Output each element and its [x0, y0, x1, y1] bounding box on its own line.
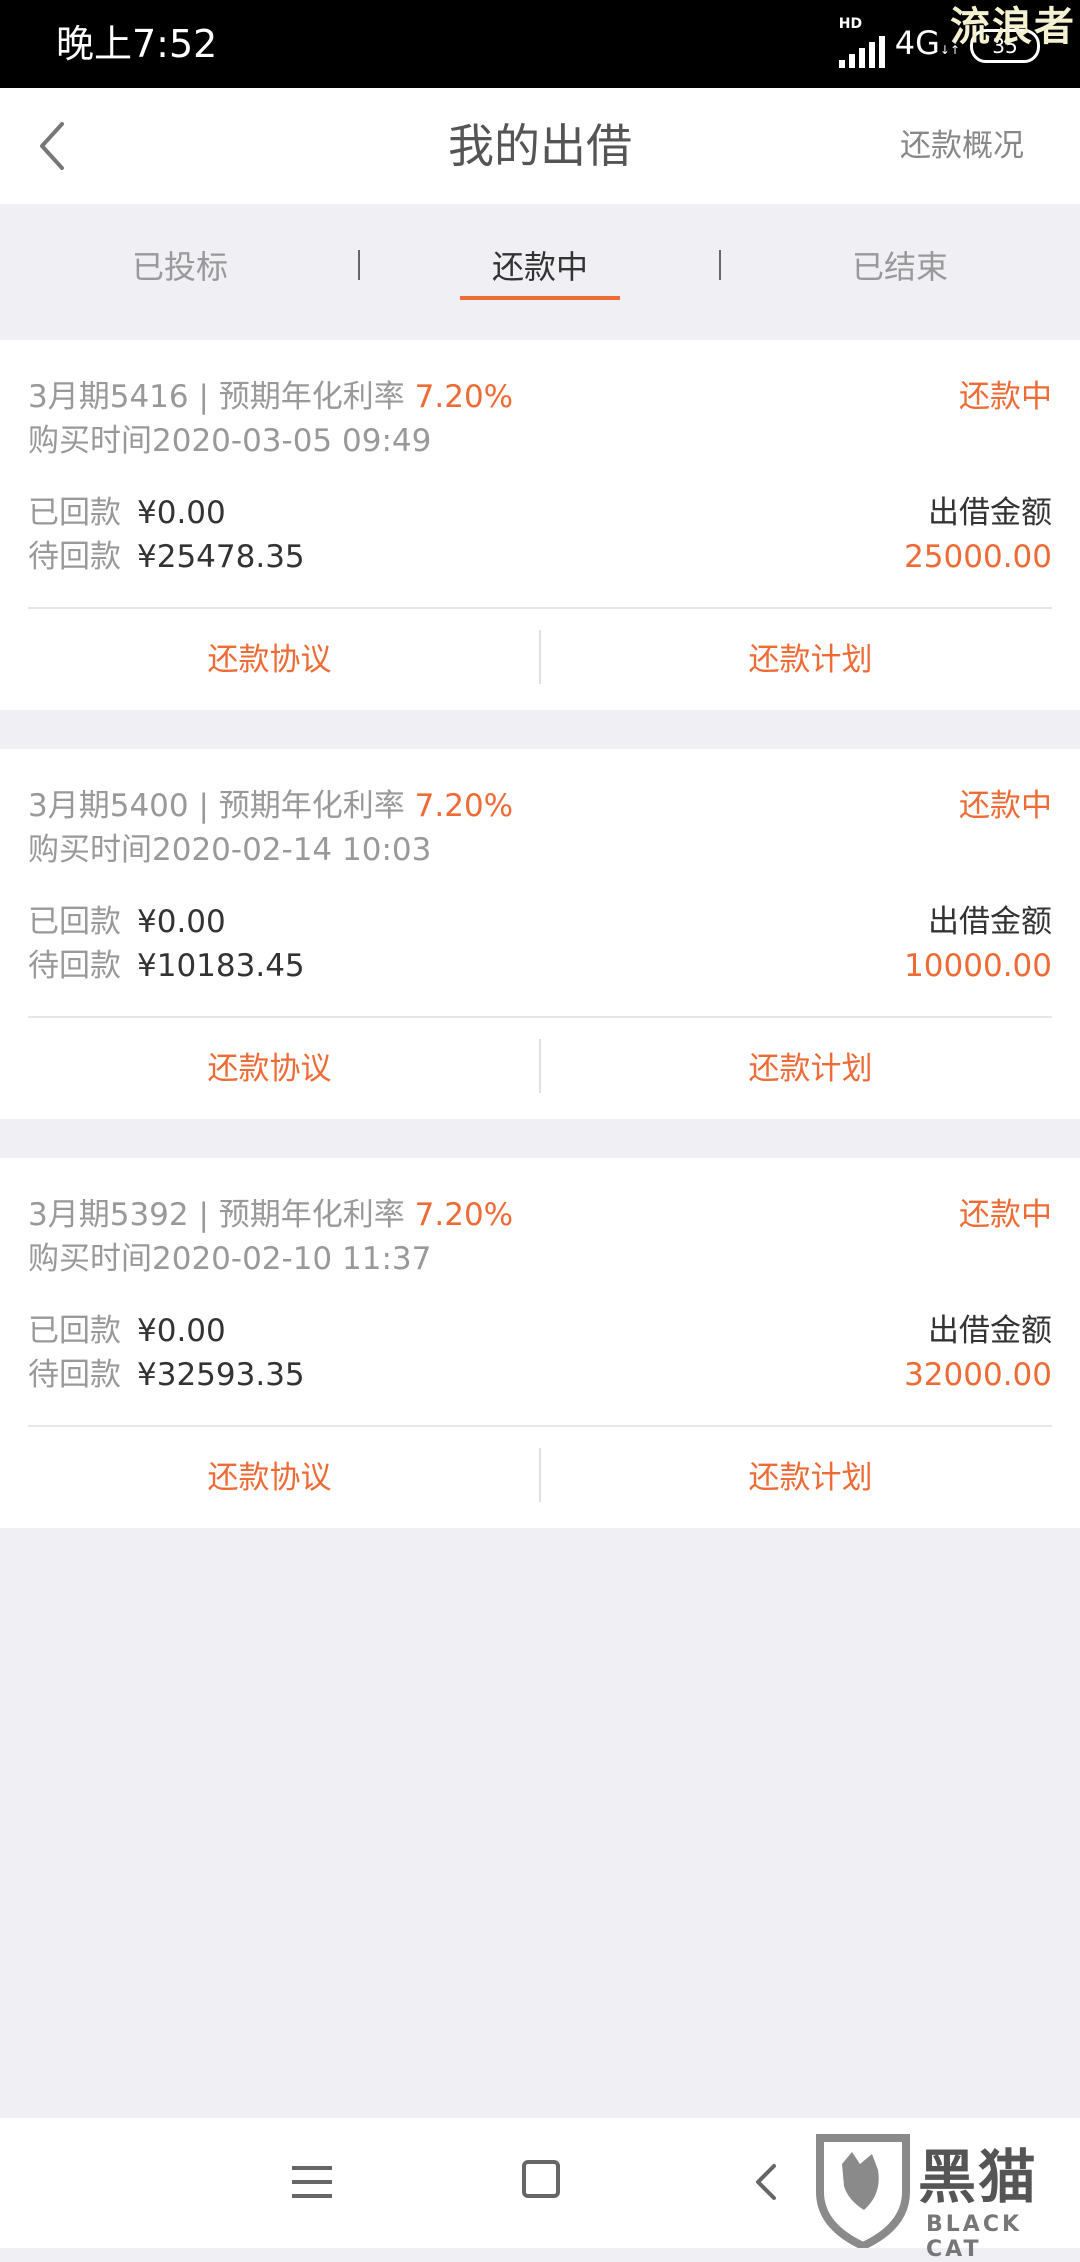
card-title: 3月期5416 | 预期年化利率 7.20%	[28, 376, 513, 418]
title-separator: |	[188, 1197, 219, 1233]
pending-label: 待回款	[28, 1357, 121, 1393]
rate-value: 7.20%	[414, 788, 514, 824]
pending-row: 待回款 ¥25478.35	[28, 536, 305, 578]
repayment-agreement-button[interactable]: 还款协议	[0, 610, 539, 710]
logo-subtext: BLACK CAT	[926, 2212, 1023, 2262]
tab-separator	[358, 250, 360, 280]
pending-label: 待回款	[28, 539, 121, 575]
signal-icon: HD	[838, 16, 885, 68]
purchase-time: 购买时间2020-02-10 11:37	[28, 1238, 431, 1280]
rate-label: 预期年化利率	[218, 1197, 405, 1233]
received-value: ¥0.00	[137, 1313, 226, 1349]
purchase-time: 购买时间2020-03-05 09:49	[28, 420, 431, 462]
purchase-value: 2020-02-10 11:37	[152, 1241, 432, 1277]
pending-value: ¥25478.35	[137, 539, 305, 575]
amount-value: 32000.00	[904, 1357, 1052, 1393]
received-label: 已回款	[28, 904, 121, 940]
repayment-plan-button[interactable]: 还款计划	[541, 610, 1080, 710]
received-row: 已回款 ¥0.00	[28, 492, 226, 534]
home-icon[interactable]	[522, 2160, 560, 2198]
pending-row: 待回款 ¥32593.35	[28, 1354, 305, 1396]
pending-value: ¥10183.45	[137, 948, 305, 984]
tab-separator	[719, 250, 721, 280]
status-time: 晚上7:52	[56, 22, 218, 66]
repayment-plan-button[interactable]: 还款计划	[541, 1428, 1080, 1528]
card-divider	[28, 1016, 1052, 1018]
purchase-label: 购买时间	[28, 423, 152, 459]
repayment-agreement-button[interactable]: 还款协议	[0, 1019, 539, 1119]
purchase-value: 2020-03-05 09:49	[152, 423, 432, 459]
card-divider	[28, 1425, 1052, 1427]
title-separator: |	[188, 788, 219, 824]
repayment-plan-button[interactable]: 还款计划	[541, 1019, 1080, 1119]
hd-badge: HD	[838, 16, 863, 32]
purchase-label: 购买时间	[28, 832, 152, 868]
investment-card: 3月期5416 | 预期年化利率 7.20% 还款中 购买时间2020-03-0…	[0, 340, 1080, 710]
amount-label: 出借金额	[928, 1313, 1052, 1349]
status-badge: 还款中	[959, 379, 1052, 415]
amount-label: 出借金额	[928, 495, 1052, 531]
investment-card: 3月期5400 | 预期年化利率 7.20% 还款中 购买时间2020-02-1…	[0, 749, 1080, 1119]
active-tab-indicator	[460, 296, 620, 300]
received-value: ¥0.00	[137, 495, 226, 531]
back-icon[interactable]	[752, 2162, 782, 2202]
black-cat-logo: 黑猫 BLACK CAT	[808, 2130, 1078, 2262]
tab-bid[interactable]: 已投标	[80, 246, 280, 288]
tab-bar: 已投标 还款中 已结束	[0, 204, 1080, 340]
received-label: 已回款	[28, 1313, 121, 1349]
card-title: 3月期5392 | 预期年化利率 7.20%	[28, 1194, 513, 1236]
logo-text: 黑猫	[918, 2143, 1039, 2211]
status-badge: 还款中	[959, 1197, 1052, 1233]
pending-label: 待回款	[28, 948, 121, 984]
status-bar: 晚上7:52 HD 4G↓↑ 35 流浪者	[0, 0, 1080, 88]
purchase-label: 购买时间	[28, 1241, 152, 1277]
repayment-agreement-button[interactable]: 还款协议	[0, 1428, 539, 1528]
amount-value: 10000.00	[904, 948, 1052, 984]
received-value: ¥0.00	[137, 904, 226, 940]
rate-label: 预期年化利率	[218, 788, 405, 824]
watermark-text: 流浪者	[950, 4, 1076, 50]
menu-icon[interactable]	[292, 2166, 332, 2200]
repayment-overview-link[interactable]: 还款概况	[900, 126, 1024, 166]
nav-bar: 我的出借 还款概况	[0, 88, 1080, 204]
pending-row: 待回款 ¥10183.45	[28, 945, 305, 987]
purchase-value: 2020-02-14 10:03	[152, 832, 432, 868]
amount-label: 出借金额	[928, 904, 1052, 940]
product-name: 3月期5392	[28, 1197, 189, 1233]
tab-finished[interactable]: 已结束	[800, 246, 1000, 288]
rate-value: 7.20%	[414, 1197, 514, 1233]
product-name: 3月期5416	[28, 379, 189, 415]
investment-card: 3月期5392 | 预期年化利率 7.20% 还款中 购买时间2020-02-1…	[0, 1158, 1080, 1528]
card-divider	[28, 607, 1052, 609]
rate-value: 7.20%	[414, 379, 514, 415]
pending-value: ¥32593.35	[137, 1357, 305, 1393]
network-label: 4G	[894, 23, 940, 62]
status-badge: 还款中	[959, 788, 1052, 824]
title-separator: |	[188, 379, 219, 415]
product-name: 3月期5400	[28, 788, 189, 824]
card-title: 3月期5400 | 预期年化利率 7.20%	[28, 785, 513, 827]
received-row: 已回款 ¥0.00	[28, 1310, 226, 1352]
purchase-time: 购买时间2020-02-14 10:03	[28, 829, 431, 871]
received-row: 已回款 ¥0.00	[28, 901, 226, 943]
received-label: 已回款	[28, 495, 121, 531]
rate-label: 预期年化利率	[218, 379, 405, 415]
tab-repaying[interactable]: 还款中	[440, 246, 640, 288]
shield-cat-icon	[816, 2134, 910, 2248]
amount-value: 25000.00	[904, 539, 1052, 575]
